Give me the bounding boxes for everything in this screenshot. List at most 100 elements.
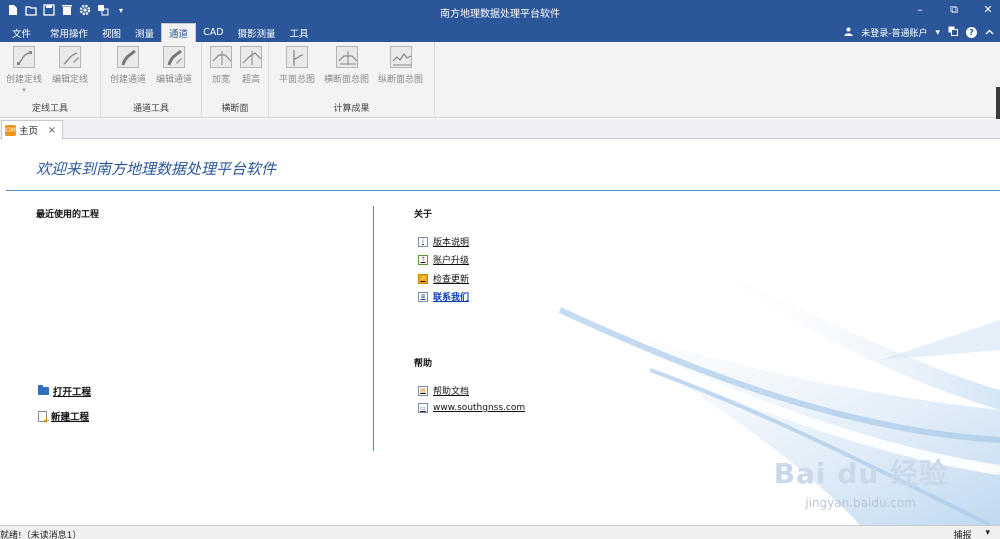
recent-projects-title: 最近使用的工程 xyxy=(36,210,100,220)
profile-drawing-icon xyxy=(389,46,412,68)
update-icon: ↗ xyxy=(418,273,428,284)
ribbon-group-channel: 创建通道 编辑通道 通道工具 xyxy=(101,42,202,118)
plan-drawing-icon xyxy=(286,46,308,68)
chat-icon: ≡ xyxy=(418,291,428,302)
edit-channel-button[interactable]: 编辑通道 xyxy=(156,46,192,85)
account-status[interactable]: 未登录-普通账户 xyxy=(861,26,927,39)
edit-alignment-label: 编辑定线 xyxy=(52,75,89,85)
document-icon: ▤ xyxy=(418,385,428,396)
menu-photogrammetry[interactable]: 摄影测量 xyxy=(231,23,283,42)
tab-home-label: 主页 xyxy=(19,126,39,137)
ribbon-group-results: 平面总图 横断面总图 纵断面总图 计算成果 xyxy=(269,42,435,118)
ribbon-group-label: 横断面 xyxy=(221,104,249,114)
open-project-label: 打开工程 xyxy=(53,387,92,398)
edit-alignment-button[interactable]: 编辑定线 xyxy=(52,46,88,94)
chevron-down-icon[interactable]: ▾ xyxy=(935,28,940,38)
side-panel-handle[interactable] xyxy=(996,87,1000,119)
menu-channel[interactable]: 通道 xyxy=(161,23,197,42)
superelevation-icon xyxy=(240,46,262,68)
ribbon-group-label: 定线工具 xyxy=(31,104,68,114)
ribbon: 创建定线 ▾ 编辑定线 定线工具 创建通道 编辑通道 通道工具 加宽 超高 横断… xyxy=(0,42,1000,119)
tab-home[interactable]: HOME 主页 × xyxy=(1,120,63,139)
release-notes-label: 版本说明 xyxy=(433,238,470,248)
create-alignment-icon xyxy=(13,46,35,68)
cross-section-drawing-button[interactable]: 横断面总图 xyxy=(324,46,369,85)
close-icon[interactable]: × xyxy=(48,125,56,136)
chevron-down-icon[interactable]: ▾ xyxy=(985,528,990,539)
create-channel-label: 创建通道 xyxy=(110,75,147,85)
create-channel-button[interactable]: 创建通道 xyxy=(110,46,146,85)
new-project-link[interactable]: 新建工程 xyxy=(38,409,90,425)
new-file-icon xyxy=(38,410,50,425)
user-icon xyxy=(844,27,853,39)
profile-drawing-button[interactable]: 纵断面总图 xyxy=(378,46,423,85)
create-channel-icon xyxy=(117,46,139,68)
column-divider xyxy=(373,206,374,451)
snap-toggle[interactable]: 捕报 xyxy=(953,528,971,539)
open-folder-icon xyxy=(38,385,49,395)
account-upgrade-link[interactable]: ↑ 账户升级 xyxy=(418,253,469,266)
create-alignment-button[interactable]: 创建定线 ▾ xyxy=(6,46,42,94)
website-link[interactable]: ▭ www.southgnss.com xyxy=(418,403,525,413)
cross-section-drawing-label: 横断面总图 xyxy=(324,75,370,85)
menu-survey[interactable]: 测量 xyxy=(128,23,161,42)
ribbon-group-label: 通道工具 xyxy=(132,104,169,114)
edit-alignment-icon xyxy=(59,46,82,68)
title-bar: ▾ 南方地理数据处理平台软件 – ⧉ ✕ xyxy=(0,0,1000,23)
menu-common-ops[interactable]: 常用操作 xyxy=(43,23,95,42)
ribbon-collapse-icon[interactable] xyxy=(985,28,994,38)
plan-drawing-button[interactable]: 平面总图 xyxy=(279,46,315,85)
ribbon-group-alignment: 创建定线 ▾ 编辑定线 定线工具 xyxy=(0,42,101,118)
widen-button[interactable]: 加宽 xyxy=(210,46,232,85)
release-notes-link[interactable]: i 版本说明 xyxy=(418,235,469,248)
menu-bar: 文件 常用操作 视图 测量 通道 CAD 摄影测量 工具 未登录-普通账户 ▾ … xyxy=(0,23,1000,42)
home-icon: HOME xyxy=(1,124,20,136)
account-area: 未登录-普通账户 ▾ ? xyxy=(844,26,994,39)
header-divider xyxy=(6,190,1000,191)
contact-us-link[interactable]: ≡ 联系我们 xyxy=(418,290,469,303)
baidu-watermark-url: jingyan.baidu.com xyxy=(805,496,916,510)
window-title: 南方地理数据处理平台软件 xyxy=(440,9,560,20)
superelevation-label: 超高 xyxy=(241,75,260,85)
status-right: 捕报 ▾ xyxy=(953,528,990,539)
help-title: 帮助 xyxy=(414,359,433,369)
web-icon: ▭ xyxy=(418,403,428,413)
widen-icon xyxy=(210,46,232,68)
menu-view[interactable]: 视图 xyxy=(95,23,128,42)
window-controls: – ⧉ ✕ xyxy=(914,3,994,17)
superelevation-button[interactable]: 超高 xyxy=(240,46,262,85)
upgrade-icon: ↑ xyxy=(418,254,428,265)
menu-tools[interactable]: 工具 xyxy=(283,23,316,42)
website-label: www.southgnss.com xyxy=(433,403,526,413)
help-icon[interactable]: ? xyxy=(966,27,977,38)
cross-section-drawing-icon xyxy=(335,46,358,68)
about-title: 关于 xyxy=(414,210,433,220)
help-docs-label: 帮助文档 xyxy=(433,387,470,397)
profile-drawing-label: 纵断面总图 xyxy=(378,75,424,85)
menu-cad[interactable]: CAD xyxy=(196,23,230,42)
ribbon-group-label: 计算成果 xyxy=(333,104,370,114)
new-project-label: 新建工程 xyxy=(51,412,90,423)
home-page: 欢迎来到南方地理数据处理平台软件 最近使用的工程 打开工程 新建工程 关于 i … xyxy=(0,140,1000,525)
window-switch-icon[interactable] xyxy=(948,26,958,39)
create-alignment-label: 创建定线 xyxy=(6,75,43,85)
menu-file[interactable]: 文件 xyxy=(0,23,43,42)
restore-button[interactable]: ⧉ xyxy=(948,3,960,17)
document-tab-strip: HOME 主页 × xyxy=(0,119,1000,139)
edit-channel-label: 编辑通道 xyxy=(156,75,193,85)
help-docs-link[interactable]: ▤ 帮助文档 xyxy=(418,384,469,397)
contact-us-label: 联系我们 xyxy=(433,293,470,303)
close-button[interactable]: ✕ xyxy=(982,3,994,17)
edit-channel-icon xyxy=(163,46,186,68)
chevron-down-icon: ▾ xyxy=(22,86,26,94)
ribbon-group-cross-section: 加宽 超高 横断面 xyxy=(202,42,269,118)
baidu-watermark: Bai du 经验 xyxy=(773,457,948,490)
open-project-link[interactable]: 打开工程 xyxy=(38,384,91,398)
minimize-button[interactable]: – xyxy=(914,3,926,17)
status-message: 就绪!（未读消息1） xyxy=(0,531,82,539)
plan-drawing-label: 平面总图 xyxy=(279,75,316,85)
account-upgrade-label: 账户升级 xyxy=(433,256,470,266)
welcome-title: 欢迎来到南方地理数据处理平台软件 xyxy=(36,160,277,178)
info-icon: i xyxy=(418,236,428,247)
check-update-link[interactable]: ↗ 检查更新 xyxy=(418,272,469,285)
